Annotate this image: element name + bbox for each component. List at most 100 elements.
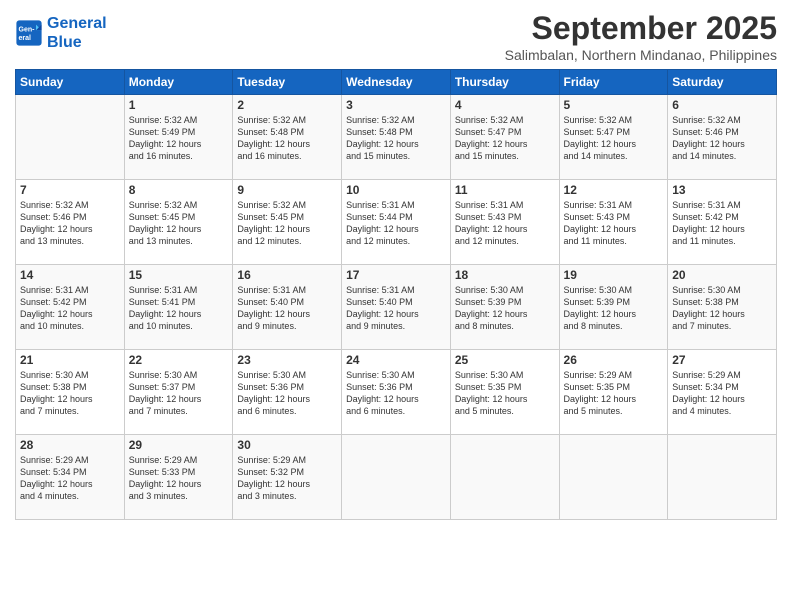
calendar-cell: 23 Sunrise: 5:30 AM Sunset: 5:36 PM Dayli… [233,350,342,435]
day-number: 29 [129,438,229,452]
cell-text: Sunrise: 5:32 AM Sunset: 5:45 PM Dayligh… [237,199,337,248]
calendar-cell: 20Sunrise: 5:30 AM Sunset: 5:38 PM Dayli… [668,265,777,350]
calendar-cell: 6Sunrise: 5:32 AM Sunset: 5:46 PM Daylig… [668,95,777,180]
cell-text: Sunrise: 5:32 AM Sunset: 5:47 PM Dayligh… [455,114,555,163]
cell-text: Sunrise: 5:29 AM Sunset: 5:34 PM Dayligh… [672,369,772,418]
calendar-cell [342,435,451,520]
day-number: 17 [346,268,446,282]
calendar-cell: 14 Sunrise: 5:31 AM Sunset: 5:42 PM Dayli… [16,265,125,350]
header-wednesday: Wednesday [342,70,451,95]
cell-text: Sunrise: 5:30 AM Sunset: 5:37 PM Dayligh… [129,369,229,418]
day-number: 30 [237,438,337,452]
logo: Gen- eral General Blue [15,14,107,52]
cell-text: Sunrise: 5:30 AM Sunset: 5:38 PM Dayligh… [672,284,772,333]
calendar-cell: 12 Sunrise: 5:31 AM Sunset: 5:43 PM Dayli… [559,180,668,265]
day-number: 21 [20,353,120,367]
day-number: 14 [20,268,120,282]
cell-text: Sunrise: 5:30 AM Sunset: 5:36 PM Dayligh… [237,369,337,418]
calendar-cell: 21 Sunrise: 5:30 AM Sunset: 5:38 PM Dayli… [16,350,125,435]
cell-text: Sunrise: 5:30 AM Sunset: 5:38 PM Dayligh… [20,369,120,418]
header-tuesday: Tuesday [233,70,342,95]
calendar-cell [668,435,777,520]
day-number: 8 [129,183,229,197]
week-row-5: 28 Sunrise: 5:29 AM Sunset: 5:34 PM Dayli… [16,435,777,520]
cell-text: Sunrise: 5:31 AM Sunset: 5:40 PM Dayligh… [237,284,337,333]
day-number: 10 [346,183,446,197]
day-number: 19 [564,268,664,282]
calendar-cell: 30 Sunrise: 5:29 AM Sunset: 5:32 PM Dayli… [233,435,342,520]
calendar-cell: 5 Sunrise: 5:32 AM Sunset: 5:47 PM Daylig… [559,95,668,180]
calendar-cell [16,95,125,180]
day-number: 4 [455,98,555,112]
week-row-3: 14 Sunrise: 5:31 AM Sunset: 5:42 PM Dayli… [16,265,777,350]
calendar-cell: 2 Sunrise: 5:32 AM Sunset: 5:48 PM Daylig… [233,95,342,180]
header-saturday: Saturday [668,70,777,95]
calendar-cell: 8 Sunrise: 5:32 AM Sunset: 5:45 PM Daylig… [124,180,233,265]
cell-text: Sunrise: 5:32 AM Sunset: 5:45 PM Dayligh… [129,199,229,248]
cell-text: Sunrise: 5:30 AM Sunset: 5:39 PM Dayligh… [455,284,555,333]
day-number: 25 [455,353,555,367]
calendar-cell: 9 Sunrise: 5:32 AM Sunset: 5:45 PM Daylig… [233,180,342,265]
cell-text: Sunrise: 5:29 AM Sunset: 5:32 PM Dayligh… [237,454,337,503]
day-number: 12 [564,183,664,197]
header-row: SundayMondayTuesdayWednesdayThursdayFrid… [16,70,777,95]
calendar-cell [559,435,668,520]
calendar-cell: 4 Sunrise: 5:32 AM Sunset: 5:47 PM Daylig… [450,95,559,180]
calendar-cell: 25 Sunrise: 5:30 AM Sunset: 5:35 PM Dayli… [450,350,559,435]
day-number: 13 [672,183,772,197]
cell-text: Sunrise: 5:31 AM Sunset: 5:42 PM Dayligh… [20,284,120,333]
header-sunday: Sunday [16,70,125,95]
calendar-cell: 18 Sunrise: 5:30 AM Sunset: 5:39 PM Dayli… [450,265,559,350]
calendar-cell: 3Sunrise: 5:32 AM Sunset: 5:48 PM Daylig… [342,95,451,180]
logo-text-blue: Blue [47,33,107,52]
svg-text:Gen-: Gen- [19,27,36,34]
calendar-cell: 16Sunrise: 5:31 AM Sunset: 5:40 PM Dayli… [233,265,342,350]
cell-text: Sunrise: 5:31 AM Sunset: 5:40 PM Dayligh… [346,284,446,333]
month-title: September 2025 [505,10,777,47]
day-number: 26 [564,353,664,367]
day-number: 6 [672,98,772,112]
cell-text: Sunrise: 5:32 AM Sunset: 5:49 PM Dayligh… [129,114,229,163]
day-number: 2 [237,98,337,112]
calendar-cell: 29Sunrise: 5:29 AM Sunset: 5:33 PM Dayli… [124,435,233,520]
calendar-cell: 1 Sunrise: 5:32 AM Sunset: 5:49 PM Daylig… [124,95,233,180]
calendar-cell: 28 Sunrise: 5:29 AM Sunset: 5:34 PM Dayli… [16,435,125,520]
cell-text: Sunrise: 5:32 AM Sunset: 5:48 PM Dayligh… [237,114,337,163]
calendar-cell: 27Sunrise: 5:29 AM Sunset: 5:34 PM Dayli… [668,350,777,435]
calendar-cell: 11Sunrise: 5:31 AM Sunset: 5:43 PM Dayli… [450,180,559,265]
cell-text: Sunrise: 5:30 AM Sunset: 5:35 PM Dayligh… [455,369,555,418]
calendar-cell: 22Sunrise: 5:30 AM Sunset: 5:37 PM Dayli… [124,350,233,435]
week-row-1: 1 Sunrise: 5:32 AM Sunset: 5:49 PM Daylig… [16,95,777,180]
header-thursday: Thursday [450,70,559,95]
cell-text: Sunrise: 5:32 AM Sunset: 5:47 PM Dayligh… [564,114,664,163]
calendar-table: SundayMondayTuesdayWednesdayThursdayFrid… [15,69,777,520]
cell-text: Sunrise: 5:31 AM Sunset: 5:42 PM Dayligh… [672,199,772,248]
day-number: 3 [346,98,446,112]
cell-text: Sunrise: 5:30 AM Sunset: 5:39 PM Dayligh… [564,284,664,333]
week-row-4: 21 Sunrise: 5:30 AM Sunset: 5:38 PM Dayli… [16,350,777,435]
logo-text-general: General [47,14,107,33]
calendar-cell: 10Sunrise: 5:31 AM Sunset: 5:44 PM Dayli… [342,180,451,265]
cell-text: Sunrise: 5:29 AM Sunset: 5:34 PM Dayligh… [20,454,120,503]
cell-text: Sunrise: 5:31 AM Sunset: 5:43 PM Dayligh… [455,199,555,248]
day-number: 5 [564,98,664,112]
logo-icon: Gen- eral [15,19,43,47]
calendar-cell: 7 Sunrise: 5:32 AM Sunset: 5:46 PM Daylig… [16,180,125,265]
day-number: 1 [129,98,229,112]
calendar-cell: 24Sunrise: 5:30 AM Sunset: 5:36 PM Dayli… [342,350,451,435]
day-number: 15 [129,268,229,282]
calendar-cell: 19 Sunrise: 5:30 AM Sunset: 5:39 PM Dayli… [559,265,668,350]
day-number: 9 [237,183,337,197]
cell-text: Sunrise: 5:31 AM Sunset: 5:41 PM Dayligh… [129,284,229,333]
calendar-cell: 15 Sunrise: 5:31 AM Sunset: 5:41 PM Dayli… [124,265,233,350]
week-row-2: 7 Sunrise: 5:32 AM Sunset: 5:46 PM Daylig… [16,180,777,265]
calendar-cell [450,435,559,520]
cell-text: Sunrise: 5:31 AM Sunset: 5:43 PM Dayligh… [564,199,664,248]
day-number: 7 [20,183,120,197]
day-number: 18 [455,268,555,282]
cell-text: Sunrise: 5:30 AM Sunset: 5:36 PM Dayligh… [346,369,446,418]
location-title: Salimbalan, Northern Mindanao, Philippin… [505,47,777,63]
day-number: 28 [20,438,120,452]
day-number: 23 [237,353,337,367]
cell-text: Sunrise: 5:32 AM Sunset: 5:46 PM Dayligh… [20,199,120,248]
